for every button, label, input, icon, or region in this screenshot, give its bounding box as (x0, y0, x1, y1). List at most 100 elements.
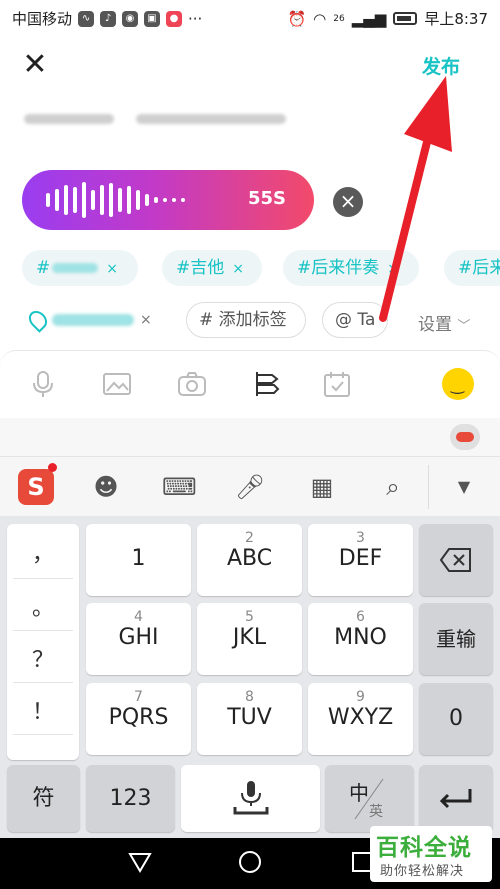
waveform-bar (82, 182, 86, 218)
tag-close-icon[interactable]: × (106, 261, 118, 277)
settings-dropdown[interactable]: 设置 ﹀ (418, 310, 470, 335)
keyboard-icon[interactable]: ⌨ (162, 471, 197, 503)
voice-delete-button[interactable]: × (333, 187, 363, 217)
more-notifications-icon: ··· (188, 9, 203, 28)
waveform-bar (73, 187, 77, 213)
waveform-bar (64, 185, 68, 215)
location-name (52, 314, 134, 326)
search-icon[interactable]: ⌕ (377, 471, 409, 503)
punct-question-key[interactable]: ？ (7, 642, 79, 674)
voice-clip[interactable]: 55S (22, 170, 314, 230)
tag-chip[interactable]: #吉他 × (162, 250, 262, 286)
waveform-bar (145, 194, 149, 206)
key-2-abc[interactable]: 2 ABC (197, 524, 302, 596)
tag-chip[interactable]: #后来 (444, 250, 500, 286)
symbols-key[interactable]: 符 (7, 765, 80, 832)
microphone-icon[interactable] (28, 369, 58, 399)
key-8-tuv[interactable]: 8 TUV (197, 683, 302, 755)
tag-label: #后来 (458, 258, 500, 278)
tag-chip[interactable]: #后来伴奏 × (283, 250, 419, 286)
waveform-bar (136, 190, 140, 210)
key-6-mno[interactable]: 6 MNO (308, 603, 413, 675)
calendar-icon[interactable] (322, 369, 352, 399)
status-bar: 中国移动 ∿ ♪ ◉ ▣ ● ··· ⏰ ◠ 26 ▂▄▆ 早上8:37 (0, 0, 500, 34)
back-nav-icon[interactable] (128, 850, 152, 874)
text-format-icon[interactable] (252, 369, 282, 399)
key-9-wxyz[interactable]: 9 WXYZ (308, 683, 413, 755)
mention-button[interactable]: @ Ta (322, 302, 388, 338)
reenter-key[interactable]: 重输 (419, 603, 493, 675)
clock: 早上8:37 (424, 10, 488, 28)
post-text-area[interactable] (24, 108, 304, 128)
tag-close-icon[interactable]: × (232, 261, 244, 277)
add-tag-label: 添加标签 (218, 310, 287, 330)
punct-exclaim-key[interactable]: ！ (7, 694, 79, 726)
waveform-bar (109, 183, 113, 217)
punctuation-list[interactable]: ， 。 ？ ！ (7, 524, 79, 760)
tag-close-icon[interactable]: × (387, 261, 399, 277)
voice-input-icon[interactable]: 🎤︎ (234, 471, 266, 503)
at-icon: @ (335, 310, 352, 330)
voice-duration: 55S (247, 188, 286, 209)
backspace-key[interactable] (419, 524, 493, 596)
numbers-key[interactable]: 123 (86, 765, 175, 832)
key-1[interactable]: 1 (86, 524, 191, 596)
waveform-bar (55, 189, 59, 211)
key-0[interactable]: 0 (419, 683, 493, 755)
compose-toolbar (0, 350, 500, 418)
key-7-pqrs[interactable]: 7 PQRS (86, 683, 191, 755)
location-close-icon[interactable]: × (140, 312, 152, 328)
chevron-down-icon: ﹀ (457, 319, 471, 334)
space-mic-icon (233, 781, 268, 815)
waveform-bar (100, 185, 104, 215)
network-type-label: 26 (333, 13, 345, 24)
waveform-bar (154, 197, 158, 203)
emoji-face-icon[interactable]: ☻ (90, 471, 122, 503)
voice-waveform (46, 170, 256, 230)
wifi-icon: ◠ (313, 9, 327, 28)
watermark-title: 百科全说 (376, 835, 472, 861)
enter-icon (439, 789, 472, 809)
close-button[interactable]: ✕ (18, 50, 52, 84)
settings-label: 设置 (418, 315, 452, 335)
hash-icon: # (199, 310, 214, 330)
key-3-def[interactable]: 3 DEF (308, 524, 413, 596)
tag-label: #吉他 (176, 258, 225, 278)
sogou-logo-icon[interactable]: S (18, 469, 54, 505)
punct-comma-key[interactable]: ， (7, 536, 79, 568)
punct-period-key[interactable]: 。 (7, 590, 79, 622)
app-icon: ◉ (122, 10, 139, 27)
collapse-keyboard-icon[interactable]: ▼ (448, 471, 480, 503)
emoji-icon[interactable] (442, 368, 474, 400)
location-chip[interactable]: × (25, 306, 152, 334)
image-icon[interactable] (102, 369, 132, 399)
space-key[interactable] (181, 765, 320, 832)
mention-label: Ta (357, 310, 376, 330)
enter-key[interactable] (419, 765, 493, 832)
watermark-logo: 百科全说 助你轻松解决 (370, 826, 492, 882)
slash-icon (354, 778, 384, 820)
notification-dot (48, 463, 57, 472)
tag-chip[interactable]: # × (22, 250, 138, 286)
waveform-bar (46, 193, 50, 207)
keyboard-suggestion-strip (0, 418, 500, 456)
waveform-bar (172, 198, 176, 202)
waveform-bar (181, 198, 185, 202)
publish-button[interactable]: 发布 (422, 52, 460, 79)
activity-icon: ∿ (78, 10, 95, 27)
key-4-ghi[interactable]: 4 GHI (86, 603, 191, 675)
camera-icon[interactable] (177, 369, 207, 399)
language-switch-key[interactable]: 中 英 (325, 765, 414, 832)
backspace-icon (439, 548, 471, 572)
home-nav-icon[interactable] (238, 850, 262, 874)
waveform-bar (118, 188, 122, 212)
signal-icon: ▂▄▆ (351, 9, 387, 28)
battery-icon (393, 12, 418, 25)
apps-grid-icon[interactable]: ▦ (306, 471, 338, 503)
tiktok-icon: ♪ (100, 10, 117, 27)
add-tag-button[interactable]: # 添加标签 (186, 302, 306, 338)
keyboard-mascot-icon[interactable] (450, 424, 480, 450)
key-5-jkl[interactable]: 5 JKL (197, 603, 302, 675)
divider (428, 465, 429, 509)
waveform-bar (163, 198, 167, 202)
